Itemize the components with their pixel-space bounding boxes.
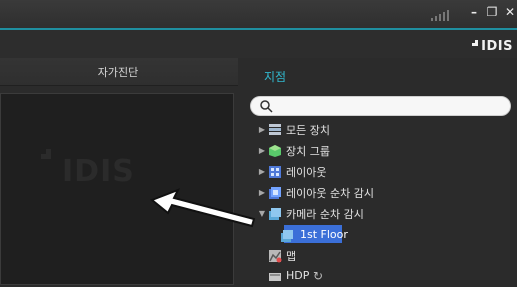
tree-item-label: 장치 그룹 xyxy=(286,145,330,158)
watermark-text: IDIS xyxy=(62,154,135,189)
tree-item-device-group[interactable]: ▶ 장치 그룹 xyxy=(250,141,509,161)
tree-item-label: 레이아웃 xyxy=(286,166,327,179)
idis-watermark: IDIS xyxy=(34,142,134,192)
tree-item-label: 맵 xyxy=(286,250,297,263)
tree-item-map[interactable]: 맵 xyxy=(250,246,509,266)
chevron-right-icon[interactable]: ▶ xyxy=(258,188,266,198)
chevron-right-icon[interactable]: ▶ xyxy=(258,146,266,156)
search-icon xyxy=(260,100,273,113)
chevron-right-icon[interactable]: ▶ xyxy=(258,125,266,135)
tree-item-1st-floor[interactable]: 1st Floor xyxy=(250,225,509,245)
camera-sequence-item-icon xyxy=(281,230,293,242)
chevron-down-icon[interactable]: ▼ xyxy=(258,209,266,219)
self-diagnosis-tab[interactable]: 자가진단 xyxy=(0,58,238,86)
signal-icon xyxy=(431,10,449,21)
tree-item-layout-sequence[interactable]: ▶ 레이아웃 순차 감시 xyxy=(250,183,509,203)
all-devices-icon xyxy=(269,124,281,135)
site-section-title: 지점 xyxy=(264,70,287,84)
tree-item-camera-sequence[interactable]: ▼ 카메라 순차 감시 xyxy=(250,204,509,224)
tree-item-label: 1st Floor xyxy=(300,228,348,241)
left-panel: 자가진단 IDIS xyxy=(0,58,238,285)
site-search-box[interactable] xyxy=(250,96,511,116)
restore-button[interactable]: ❐ xyxy=(485,5,499,19)
watermark-mark-icon xyxy=(41,149,51,159)
self-diagnosis-title: 자가진단 xyxy=(97,66,139,79)
minimize-button[interactable]: – xyxy=(467,5,481,19)
refresh-icon[interactable]: ↻ xyxy=(310,268,326,284)
layout-sequence-icon xyxy=(269,187,281,199)
tree-item-all-devices[interactable]: ▶ 모든 장치 xyxy=(250,120,509,140)
site-search-input[interactable] xyxy=(277,98,501,115)
tree-item-hdp[interactable]: HDP ↻ xyxy=(250,267,509,287)
hdp-icon xyxy=(269,273,281,281)
device-group-icon xyxy=(269,145,281,157)
tree-item-label: 카메라 순차 감시 xyxy=(286,208,364,221)
title-bar: – ❐ ✕ xyxy=(0,0,517,30)
chevron-right-icon[interactable]: ▶ xyxy=(258,167,266,177)
brand-text: IDIS xyxy=(481,39,513,54)
tree-item-layout[interactable]: ▶ 레이아웃 xyxy=(250,162,509,182)
tree-item-label: 모든 장치 xyxy=(286,124,330,137)
map-icon xyxy=(269,250,282,263)
close-button[interactable]: ✕ xyxy=(503,5,517,19)
drag-arrow-icon xyxy=(150,188,256,228)
header-strip xyxy=(0,30,517,58)
tree-item-label: 레이아웃 순차 감시 xyxy=(286,187,374,200)
layout-icon xyxy=(269,166,281,178)
tree-item-label: HDP xyxy=(286,269,310,282)
right-panel: 지점 ▶ 모든 장치 ▶ 장치 그룹 ▶ 레이아웃 ▶ 레이아웃 순차 감시 ▼… xyxy=(250,58,517,283)
brand-logo: IDIS xyxy=(457,36,517,56)
camera-sequence-icon xyxy=(269,208,281,220)
